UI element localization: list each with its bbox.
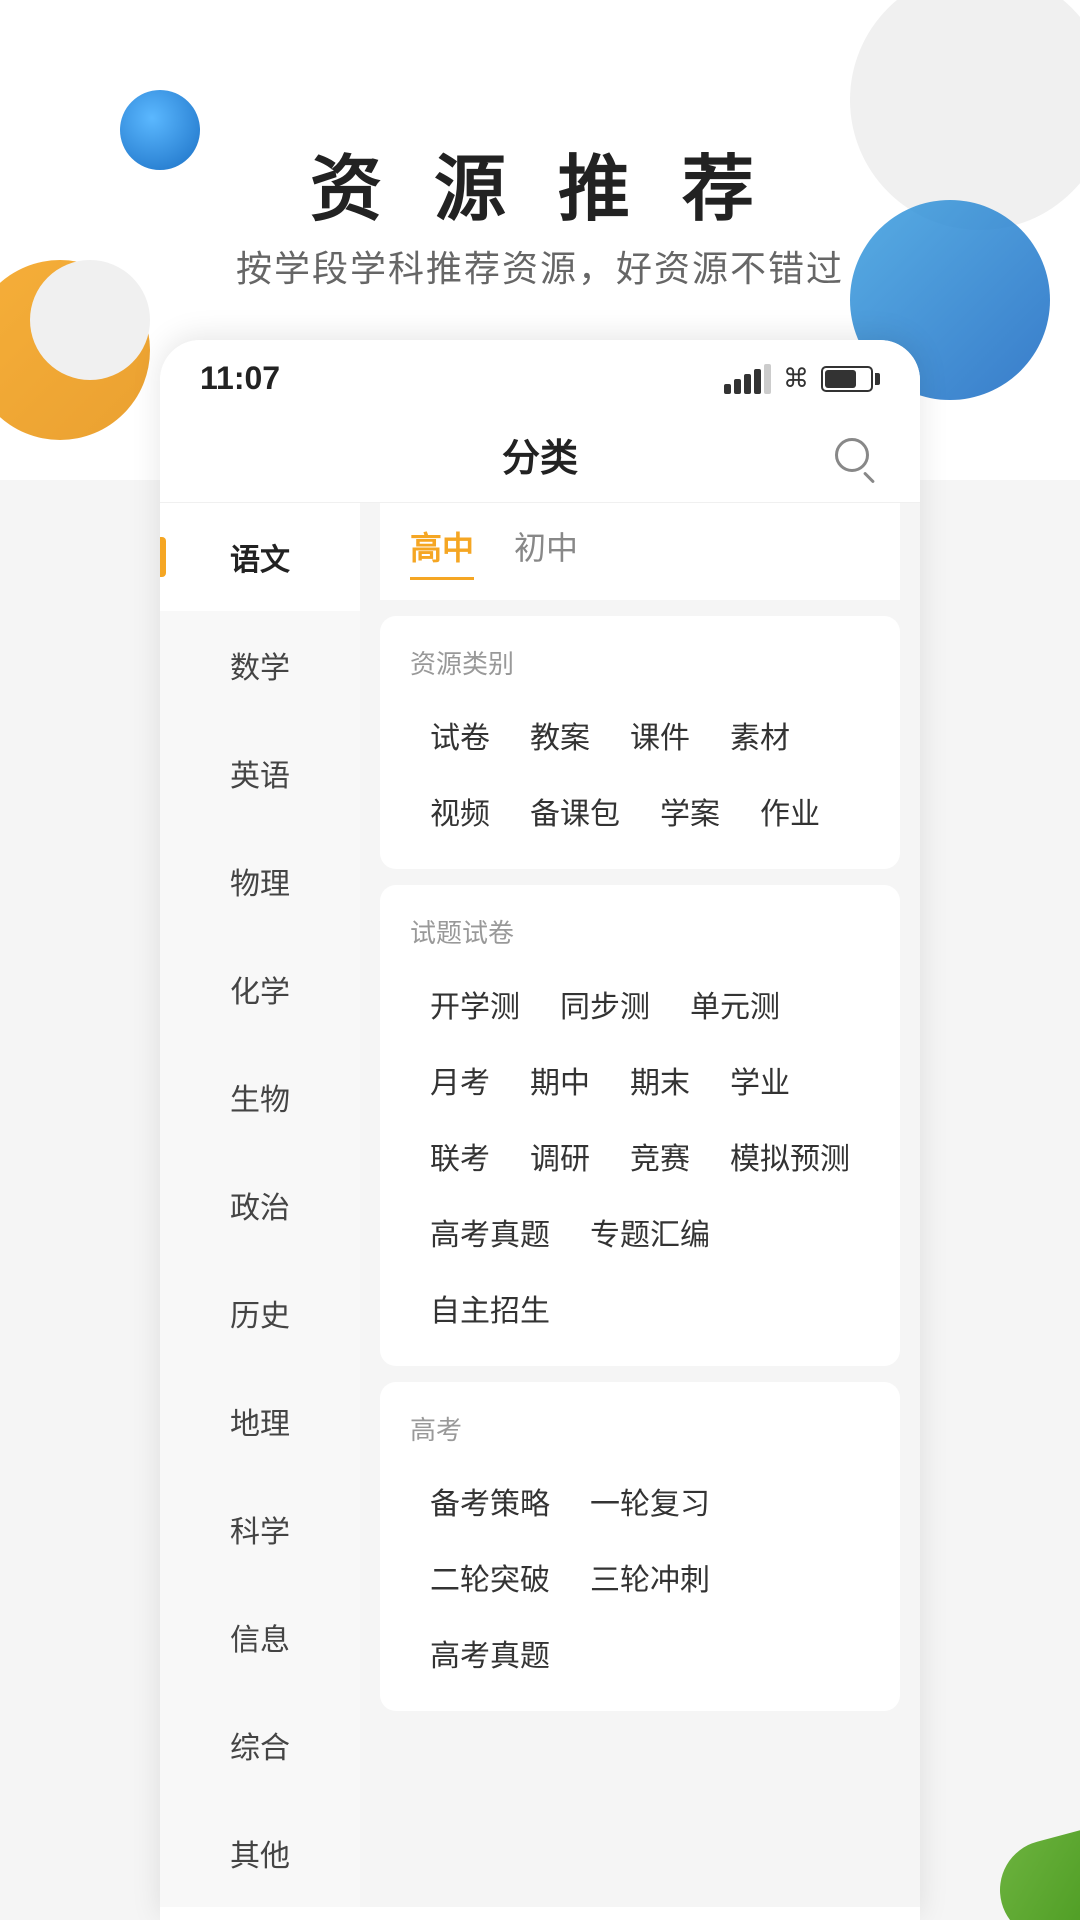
status-bar: 11:07 ⌘	[160, 340, 920, 407]
tag-sanlunchongci[interactable]: 三轮冲刺	[570, 1547, 730, 1607]
sidebar-item-qita[interactable]: 其他	[160, 1799, 360, 1907]
tag-beikaocelue[interactable]: 备考策略	[410, 1471, 570, 1531]
green-leaf-decoration	[960, 1800, 1080, 1920]
sidebar-item-zhengzhi[interactable]: 政治	[160, 1151, 360, 1259]
tags-resource-type: 试卷 教案 课件 素材 视频 备课包 学案 作业	[410, 705, 870, 841]
hero-title: 资 源 推 荐	[0, 130, 1080, 235]
sidebar-item-huaxue[interactable]: 化学	[160, 935, 360, 1043]
signal-icon	[724, 364, 771, 394]
tab-gaozhong[interactable]: 高中	[410, 523, 474, 580]
top-nav: 分类	[160, 407, 920, 503]
main-content: 语文 数学 英语 物理 化学 生物 政治 历史	[160, 503, 920, 1907]
sidebar-item-yuwen[interactable]: 语文	[160, 503, 360, 611]
status-time: 11:07	[200, 360, 280, 397]
tag-shijuan[interactable]: 试卷	[410, 705, 510, 765]
section-resource-type: 资源类别 试卷 教案 课件 素材 视频 备课包 学案 作业	[380, 616, 900, 869]
tag-xuean[interactable]: 学案	[640, 781, 740, 841]
tag-tongbuce[interactable]: 同步测	[540, 974, 670, 1034]
section-title-resource-type: 资源类别	[410, 644, 870, 681]
tag-sucai[interactable]: 素材	[710, 705, 810, 765]
tag-xueye[interactable]: 学业	[710, 1050, 810, 1110]
wifi-icon: ⌘	[783, 363, 809, 394]
sidebar-item-lishi[interactable]: 历史	[160, 1259, 360, 1367]
battery-icon	[821, 366, 880, 392]
tags-exam: 开学测 同步测 单元测 月考 期中 期末 学业 联考 调研 竞赛 模拟预测 高考…	[410, 974, 870, 1338]
tag-shipin[interactable]: 视频	[410, 781, 510, 841]
sidebar-item-dili[interactable]: 地理	[160, 1367, 360, 1475]
tag-jingsai[interactable]: 竞赛	[610, 1126, 710, 1186]
tag-qizhong[interactable]: 期中	[510, 1050, 610, 1110]
section-title-exam: 试题试卷	[410, 913, 870, 950]
sidebar-item-wuli[interactable]: 物理	[160, 827, 360, 935]
tag-yiluanfuxi[interactable]: 一轮复习	[570, 1471, 730, 1531]
status-icons: ⌘	[724, 363, 880, 394]
hero-subtitle: 按学段学科推荐资源，好资源不错过	[0, 240, 1080, 292]
search-icon	[835, 438, 869, 472]
tag-kejian[interactable]: 课件	[610, 705, 710, 765]
tag-gaokaozhenti2[interactable]: 高考真题	[410, 1623, 570, 1683]
tags-gaokao: 备考策略 一轮复习 二轮突破 三轮冲刺 高考真题	[410, 1471, 870, 1683]
tag-zhuantihb[interactable]: 专题汇编	[570, 1202, 730, 1262]
tag-jiaoan[interactable]: 教案	[510, 705, 610, 765]
tag-qimo[interactable]: 期末	[610, 1050, 710, 1110]
nav-title: 分类	[502, 427, 578, 482]
tag-yuekao[interactable]: 月考	[410, 1050, 510, 1110]
tab-chuzhong[interactable]: 初中	[514, 523, 578, 580]
sidebar-item-yingyu[interactable]: 英语	[160, 719, 360, 827]
tag-liankao[interactable]: 联考	[410, 1126, 510, 1186]
tag-danyuance[interactable]: 单元测	[670, 974, 800, 1034]
tag-gaokaozhenti[interactable]: 高考真题	[410, 1202, 570, 1262]
tag-diaoyan[interactable]: 调研	[510, 1126, 610, 1186]
tag-erluntupo[interactable]: 二轮突破	[410, 1547, 570, 1607]
sidebar: 语文 数学 英语 物理 化学 生物 政治 历史	[160, 503, 360, 1907]
tag-kaixuece[interactable]: 开学测	[410, 974, 540, 1034]
phone-frame: 11:07 ⌘ 分类	[160, 340, 920, 1920]
sidebar-item-shuxue[interactable]: 数学	[160, 611, 360, 719]
sidebar-item-zonghe[interactable]: 综合	[160, 1691, 360, 1799]
sidebar-item-shengwu[interactable]: 生物	[160, 1043, 360, 1151]
section-title-gaokao: 高考	[410, 1410, 870, 1447]
tag-moniyuce[interactable]: 模拟预测	[710, 1126, 870, 1186]
right-content: 高中 初中 资源类别 试卷 教案 课件 素材 视频 备课包 学案 作业	[360, 503, 920, 1907]
sidebar-item-kexue[interactable]: 科学	[160, 1475, 360, 1583]
section-exam: 试题试卷 开学测 同步测 单元测 月考 期中 期末 学业 联考 调研 竞赛 模拟…	[380, 885, 900, 1366]
tag-zuoye[interactable]: 作业	[740, 781, 840, 841]
section-gaokao: 高考 备考策略 一轮复习 二轮突破 三轮冲刺 高考真题	[380, 1382, 900, 1711]
tag-zizhuzs[interactable]: 自主招生	[410, 1278, 570, 1338]
sub-tabs: 高中 初中	[380, 503, 900, 600]
sidebar-item-xinxi[interactable]: 信息	[160, 1583, 360, 1691]
search-button[interactable]	[824, 427, 880, 483]
tag-beikebao[interactable]: 备课包	[510, 781, 640, 841]
